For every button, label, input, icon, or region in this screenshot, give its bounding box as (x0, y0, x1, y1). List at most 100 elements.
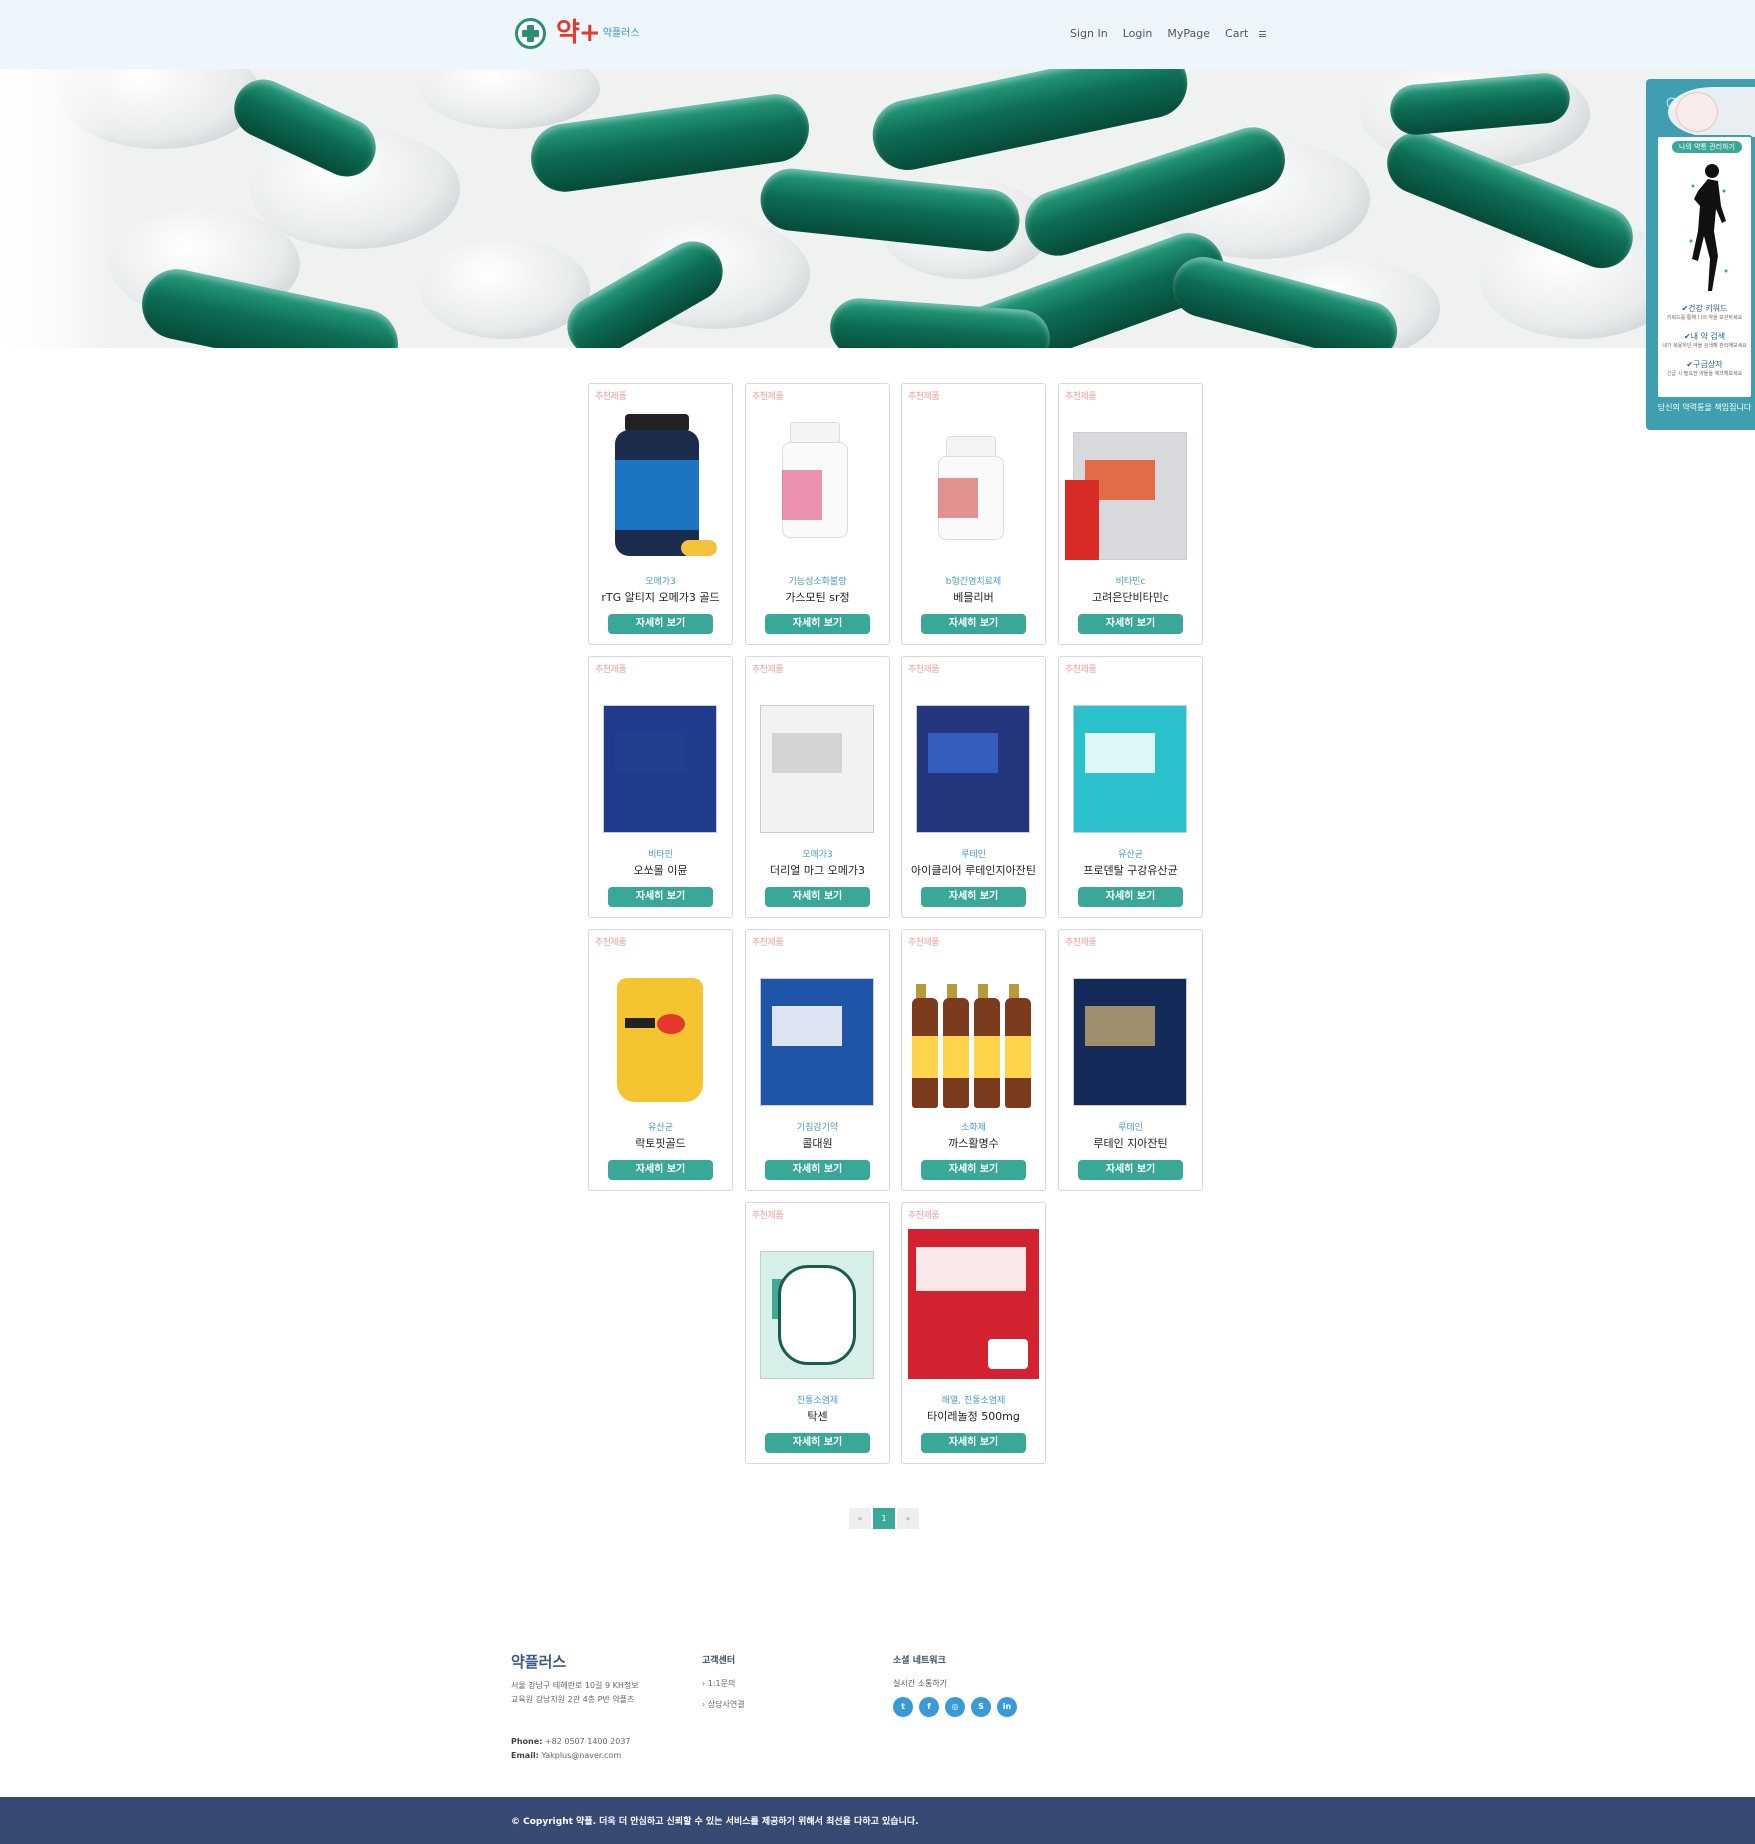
product-card[interactable]: 추천제품 유산균 락토핏골드 자세히 보기 (588, 929, 733, 1191)
recommend-badge: 추천제품 (752, 938, 784, 948)
product-card[interactable]: 추천제품 유산균 프로덴탈 구강유산균 자세히 보기 (1058, 656, 1203, 918)
product-image[interactable] (752, 683, 883, 848)
product-name[interactable]: rTG 알티지 오메가3 골드 (589, 589, 732, 605)
pagination: « 1 » (849, 1508, 919, 1529)
product-card[interactable]: 추천제품 오메가3 rTG 알티지 오메가3 골드 자세히 보기 (588, 383, 733, 645)
view-details-button[interactable]: 자세히 보기 (608, 887, 713, 907)
view-details-button[interactable]: 자세히 보기 (765, 1433, 870, 1453)
feature-health-keyword[interactable]: ✔건강 키워드 키워드를 통해 나의 약을 보관하세요 (1658, 303, 1751, 321)
product-card[interactable]: 추천제품 기침감기약 콜대원 자세히 보기 (745, 929, 890, 1191)
product-card[interactable]: 추천제품 기능성소화불량 가스모틴 sr정 자세히 보기 (745, 383, 890, 645)
view-details-button[interactable]: 자세히 보기 (608, 614, 713, 634)
product-name[interactable]: 더리얼 마그 오메가3 (746, 862, 889, 878)
product-card[interactable]: 추천제품 b형간염치료제베믈리버자세히 보기 (901, 383, 1046, 645)
product-name[interactable]: 락토핏골드 (589, 1135, 732, 1151)
footer-link-inquiry[interactable]: › 1:1문의 (702, 1678, 745, 1689)
next-page-button[interactable]: » (897, 1508, 919, 1529)
footer-phone: +82 0507 1400 2037 (544, 1737, 631, 1746)
view-details-button[interactable]: 자세히 보기 (1078, 1160, 1183, 1180)
hamburger-menu-icon[interactable] (1259, 30, 1267, 37)
product-name[interactable]: 베믈리버 (902, 589, 1045, 605)
view-details-button[interactable]: 자세히 보기 (608, 1160, 713, 1180)
top-nav: Sign In Login MyPage Cart (1070, 27, 1267, 40)
widget-toggle[interactable] (1676, 92, 1718, 132)
feature-first-aid-kit[interactable]: ✔구급상자 긴급 시 필요한 약들을 체크해보세요 (1658, 359, 1751, 377)
product-name[interactable]: 탁센 (746, 1408, 889, 1424)
widget-footer-text: 당신의 약력통을 책임집니다 (1657, 403, 1752, 412)
product-card[interactable]: 추천제품 비타민c 고려은단비타민c 자세히 보기 (1058, 383, 1203, 645)
product-name[interactable]: 타이레놀정 500mg (902, 1408, 1045, 1424)
product-image[interactable] (908, 1229, 1039, 1394)
product-name[interactable]: 오쏘몰 이뮨 (589, 862, 732, 878)
product-card[interactable]: 추천제품 비타민 오쏘몰 이뮨 자세히 보기 (588, 656, 733, 918)
product-name[interactable]: 가스모틴 sr정 (746, 589, 889, 605)
product-card[interactable]: 추천제품 오메가3 더리얼 마그 오메가3 자세히 보기 (745, 656, 890, 918)
recommend-badge: 추천제품 (752, 665, 784, 675)
product-name[interactable]: 루테인 지아잔틴 (1059, 1135, 1202, 1151)
product-category: 루테인 (961, 850, 986, 860)
footer-link-counselor[interactable]: › 상담사연결 (702, 1699, 745, 1710)
view-details-button[interactable]: 자세히 보기 (921, 614, 1026, 634)
product-image[interactable] (1065, 956, 1196, 1121)
hero-banner-image (0, 69, 1755, 348)
product-category: 유산균 (648, 1123, 673, 1133)
page-1-button[interactable]: 1 (873, 1508, 895, 1529)
product-image[interactable] (595, 956, 726, 1121)
my-medicine-widget[interactable]: ○ 나의 약통 관리하기 ✔건강 키워드 키워드를 통해 나의 약을 보관하세요… (1646, 79, 1755, 430)
product-category: 소화제 (961, 1123, 986, 1133)
skype-icon[interactable]: S (971, 1697, 991, 1717)
check-icon: ✔ (1683, 332, 1691, 341)
recommend-badge: 추천제품 (1065, 665, 1097, 675)
product-image[interactable] (595, 683, 726, 848)
view-details-button[interactable]: 자세히 보기 (765, 887, 870, 907)
product-image[interactable] (908, 410, 1039, 575)
recommend-badge: 추천제품 (908, 392, 940, 402)
product-image[interactable] (752, 410, 883, 575)
linkedin-icon[interactable]: in (997, 1697, 1017, 1717)
product-name[interactable]: 콜대원 (746, 1135, 889, 1151)
nav-login[interactable]: Login (1123, 27, 1153, 40)
view-details-button[interactable]: 자세히 보기 (921, 1160, 1026, 1180)
product-name[interactable]: 까스활명수 (902, 1135, 1045, 1151)
feature-my-medicine-search[interactable]: ✔내 약 검색 내가 복용하던 약을 검색해 관리해보세요 (1658, 331, 1751, 349)
footer-social: 소셜 네트워크 실시간 소통하기 t f ◎ S in (893, 1653, 1017, 1717)
view-details-button[interactable]: 자세히 보기 (765, 1160, 870, 1180)
view-details-button[interactable]: 자세히 보기 (921, 1433, 1026, 1453)
nav-mypage[interactable]: MyPage (1167, 27, 1210, 40)
widget-title: 나의 약통 관리하기 (1672, 141, 1742, 153)
view-details-button[interactable]: 자세히 보기 (1078, 887, 1183, 907)
product-category: 오메가3 (802, 850, 833, 860)
product-card[interactable]: 추천제품 해열, 진통소염제 타이레놀정 500mg 자세히 보기 (901, 1202, 1046, 1464)
instagram-icon[interactable]: ◎ (945, 1697, 965, 1717)
product-name[interactable]: 고려은단비타민c (1059, 589, 1202, 605)
view-details-button[interactable]: 자세히 보기 (921, 887, 1026, 907)
product-image[interactable] (595, 410, 726, 575)
view-details-button[interactable]: 자세히 보기 (765, 614, 870, 634)
recommend-badge: 추천제품 (752, 392, 784, 402)
view-details-button[interactable]: 자세히 보기 (1078, 614, 1183, 634)
product-category: b형간염치료제 (945, 577, 1002, 587)
product-card[interactable]: 추천제품 소화제 까스활명수 자세히 보기 (901, 929, 1046, 1191)
product-image[interactable] (752, 956, 883, 1121)
product-image[interactable] (752, 1229, 883, 1394)
pharmacy-cross-icon (515, 18, 546, 49)
site-logo[interactable]: 약+ 약플러스 (515, 18, 640, 49)
prev-page-button[interactable]: « (849, 1508, 871, 1529)
nav-cart[interactable]: Cart (1225, 27, 1248, 40)
footer-email[interactable]: Yakplus@naver.com (541, 1751, 621, 1760)
product-image[interactable] (1065, 410, 1196, 575)
product-category: 해열, 진통소염제 (941, 1396, 1006, 1406)
product-card[interactable]: 추천제품 루테인 루테인 지아잔틴 자세히 보기 (1058, 929, 1203, 1191)
nav-sign-in[interactable]: Sign In (1070, 27, 1108, 40)
product-name[interactable]: 프로덴탈 구강유산균 (1059, 862, 1202, 878)
product-name[interactable]: 아이클리어 루테인지아잔틴 (902, 862, 1045, 878)
facebook-icon[interactable]: f (919, 1697, 939, 1717)
twitter-icon[interactable]: t (893, 1697, 913, 1717)
product-card[interactable]: 추천제품 루테인 아이클리어 루테인지아잔틴 자세히 보기 (901, 656, 1046, 918)
product-card[interactable]: 추천제품 진통소염제 탁센 자세히 보기 (745, 1202, 890, 1464)
product-image[interactable] (1065, 683, 1196, 848)
product-image[interactable] (908, 956, 1039, 1121)
widget-panel: 나의 약통 관리하기 ✔건강 키워드 키워드를 통해 나의 약을 보관하세요 ✔… (1656, 135, 1753, 399)
product-category: 비타민 (648, 850, 673, 860)
product-image[interactable] (908, 683, 1039, 848)
